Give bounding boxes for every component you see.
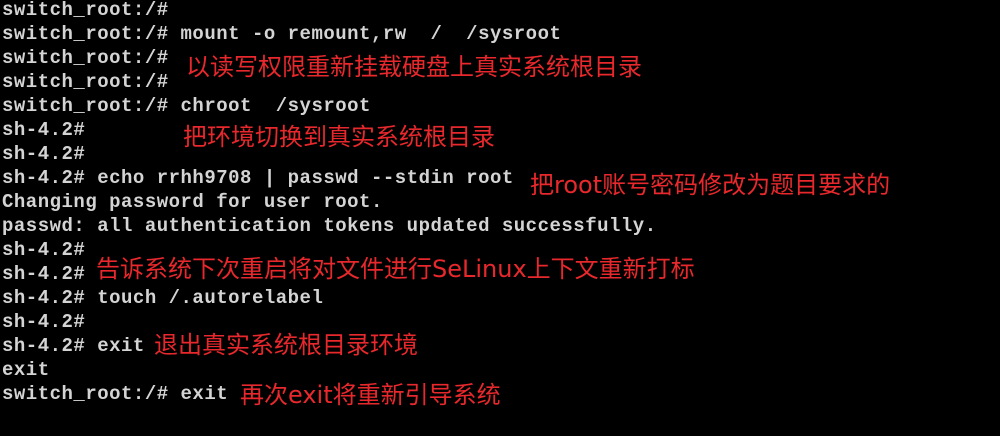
terminal-line: switch_root:/# chroot /sysroot	[2, 95, 371, 117]
terminal-line: sh-4.2#	[2, 119, 86, 141]
terminal-line: switch_root:/#	[2, 0, 169, 21]
annotation-passwd: 把root账号密码修改为题目要求的	[530, 171, 891, 199]
terminal-line: switch_root:/# exit	[2, 383, 229, 405]
terminal-line: sh-4.2#	[2, 239, 86, 261]
annotation-autorelabel: 告诉系统下次重启将对文件进行SeLinux上下文重新打标	[96, 255, 695, 283]
annotation-exit-reboot: 再次exit将重新引导系统	[240, 381, 501, 409]
terminal-line: Changing password for user root.	[2, 191, 383, 213]
terminal-window[interactable]: switch_root:/# switch_root:/# mount -o r…	[0, 0, 1000, 436]
terminal-line: sh-4.2#	[2, 143, 86, 165]
terminal-line: sh-4.2#	[2, 311, 86, 333]
terminal-line: sh-4.2# exit	[2, 335, 145, 357]
terminal-line: exit	[2, 359, 50, 381]
terminal-line: sh-4.2# touch /.autorelabel	[2, 287, 324, 309]
annotation-remount: 以读写权限重新挂载硬盘上真实系统根目录	[186, 53, 642, 81]
annotation-chroot: 把环境切换到真实系统根目录	[183, 123, 495, 151]
terminal-line: switch_root:/#	[2, 47, 169, 69]
annotation-exit-chroot: 退出真实系统根目录环境	[154, 331, 418, 359]
terminal-line: sh-4.2#	[2, 263, 86, 285]
terminal-line: sh-4.2# echo rrhh9708 | passwd --stdin r…	[2, 167, 514, 189]
terminal-line: switch_root:/#	[2, 71, 169, 93]
terminal-line: passwd: all authentication tokens update…	[2, 215, 657, 237]
terminal-line: switch_root:/# mount -o remount,rw / /sy…	[2, 23, 562, 45]
